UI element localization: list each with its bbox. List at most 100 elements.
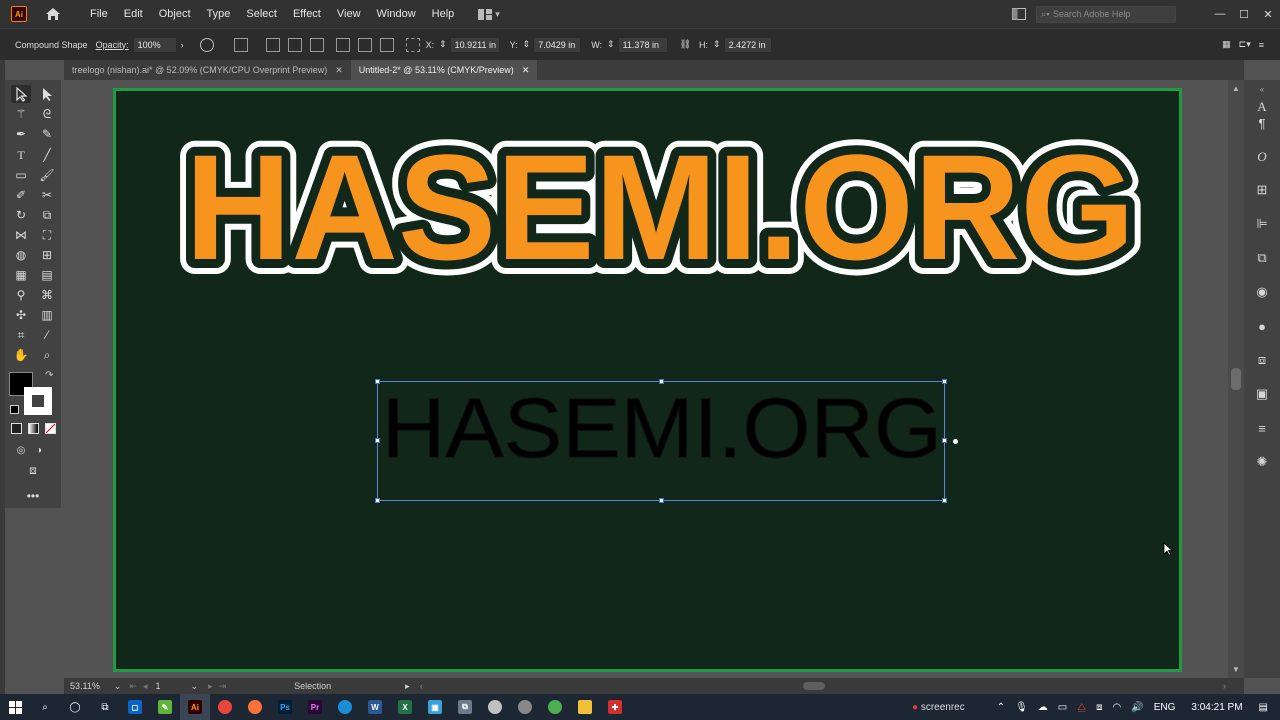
- scroll-down-icon[interactable]: ▼: [1232, 665, 1240, 674]
- shape-builder-icon[interactable]: ◍: [11, 246, 31, 264]
- zoom-dropdown-icon[interactable]: ⌄: [114, 681, 122, 692]
- file-explorer-icon[interactable]: [570, 694, 600, 720]
- rectangle-tool-icon[interactable]: ▭: [11, 166, 31, 184]
- tab-untitled-2[interactable]: Untitled-2* @ 53.11% (CMYK/Preview) ✕: [350, 60, 538, 80]
- w-stepper-icon[interactable]: ⇕: [607, 39, 615, 50]
- opacity-arrow-icon[interactable]: ›: [181, 40, 184, 50]
- layers-panel-icon[interactable]: ⧈: [1253, 351, 1271, 369]
- close-tab-icon[interactable]: ✕: [522, 65, 530, 76]
- menu-edit[interactable]: Edit: [116, 0, 151, 28]
- tab-treelogo[interactable]: treelogo (nishan).ai* @ 52.09% (CMYK/CPU…: [64, 60, 351, 80]
- reference-point-icon[interactable]: [405, 37, 420, 52]
- scissors-icon[interactable]: ✂: [37, 186, 57, 204]
- handle-middle-left[interactable]: [375, 438, 380, 443]
- draw-normal-icon[interactable]: ◎: [11, 441, 31, 459]
- battery-icon[interactable]: ▭: [1058, 702, 1067, 713]
- eyedropper-icon[interactable]: ⚲: [11, 286, 31, 304]
- language-indicator[interactable]: ENG: [1154, 702, 1176, 713]
- align-vcenter-icon[interactable]: [357, 37, 372, 52]
- onedrive-icon[interactable]: ☁: [1038, 702, 1048, 713]
- align-panel-icon[interactable]: ⊫: [1253, 215, 1271, 233]
- gradient-tool-icon[interactable]: ▤: [37, 266, 57, 284]
- opacity-label[interactable]: Opacity:: [96, 40, 129, 50]
- menu-object[interactable]: Object: [151, 0, 199, 28]
- menu-view[interactable]: View: [329, 0, 369, 28]
- rotate-tool-icon[interactable]: ↻: [11, 206, 31, 224]
- windows-start-icon[interactable]: [0, 694, 30, 720]
- screen-mode-icon[interactable]: ⧈: [23, 461, 43, 479]
- selection-tool-icon[interactable]: [11, 85, 31, 103]
- chrome-icon[interactable]: [210, 694, 240, 720]
- arrange-icon[interactable]: ▦: [1222, 39, 1231, 50]
- menu-effect[interactable]: Effect: [285, 0, 329, 28]
- transform-panel-icon[interactable]: ⊞: [1253, 181, 1271, 199]
- zoom-level[interactable]: 53.11%: [70, 681, 100, 691]
- browser-icon[interactable]: [510, 694, 540, 720]
- default-colors-icon[interactable]: [10, 405, 19, 414]
- artboard-tool-icon[interactable]: ⌗: [11, 326, 31, 344]
- handle-top-right[interactable]: [942, 379, 947, 384]
- y-field[interactable]: 7.0429 in: [533, 36, 582, 53]
- hand-tool-icon[interactable]: ✋: [11, 346, 31, 364]
- volume-icon[interactable]: 🔊: [1131, 702, 1143, 713]
- shaper-tool-icon[interactable]: ✐: [11, 186, 31, 204]
- none-mode-icon[interactable]: [45, 423, 56, 434]
- x-stepper-icon[interactable]: ⇕: [439, 39, 447, 50]
- align-hcenter-icon[interactable]: [287, 37, 302, 52]
- align-top-icon[interactable]: [335, 37, 350, 52]
- magic-wand-icon[interactable]: ⚚: [11, 105, 31, 123]
- panel-menu-icon[interactable]: ≡: [1259, 40, 1264, 50]
- menu-type[interactable]: Type: [199, 0, 239, 28]
- symbol-sprayer-icon[interactable]: ✣: [11, 306, 31, 324]
- paint-icon[interactable]: [480, 694, 510, 720]
- handle-bottom-right[interactable]: [942, 498, 947, 503]
- next-artboard-icon[interactable]: ▸: [208, 681, 213, 692]
- search-input[interactable]: ⌕▾ Search Adobe Help: [1036, 5, 1176, 23]
- firefox-icon[interactable]: [240, 694, 270, 720]
- vertical-scrollbar[interactable]: ▲ ▼: [1228, 80, 1244, 678]
- task-view-icon[interactable]: ⧉: [90, 694, 120, 720]
- paragraph-panel-icon[interactable]: ¶: [1253, 114, 1271, 132]
- stroke-swatch[interactable]: [24, 387, 52, 415]
- notepad-icon[interactable]: ✎: [150, 694, 180, 720]
- security-icon[interactable]: ⧈: [1096, 702, 1102, 713]
- close-tab-icon[interactable]: ✕: [335, 65, 343, 76]
- artboard-dropdown-icon[interactable]: ⌄: [191, 681, 199, 692]
- premiere-icon[interactable]: Pr: [300, 694, 330, 720]
- vertical-scroll-thumb[interactable]: [1231, 368, 1241, 390]
- artboard-number[interactable]: 1: [155, 681, 160, 691]
- wifi-icon[interactable]: ◠: [1113, 702, 1122, 713]
- canvas[interactable]: HASEMI.ORG HASEMI.ORG HASEMI.ORG HASEMI.…: [64, 80, 1244, 678]
- first-artboard-icon[interactable]: ⇤: [129, 681, 137, 692]
- slice-tool-icon[interactable]: ⁄: [37, 326, 57, 344]
- handle-middle-right[interactable]: [942, 438, 947, 443]
- pathfinder-panel-icon[interactable]: ⧉: [1253, 249, 1271, 267]
- align-right-icon[interactable]: [309, 37, 324, 52]
- home-icon[interactable]: [45, 7, 61, 21]
- transform-icon[interactable]: [233, 37, 248, 52]
- color-mode-icon[interactable]: [11, 423, 22, 434]
- selection-bounding-box[interactable]: [375, 379, 958, 503]
- workspace-switcher-icon[interactable]: ▾: [478, 7, 506, 21]
- collapse-panels-icon[interactable]: «: [1253, 80, 1271, 98]
- antivirus-icon[interactable]: ✚: [600, 694, 630, 720]
- edit-toolbar-icon[interactable]: •••: [23, 487, 43, 505]
- blend-tool-icon[interactable]: ⌘: [37, 286, 57, 304]
- gradient-panel-icon[interactable]: ▣: [1253, 385, 1271, 403]
- stroke-panel-icon[interactable]: ≡: [1253, 419, 1271, 437]
- word-icon[interactable]: W: [360, 694, 390, 720]
- handle-top-center[interactable]: [659, 379, 664, 384]
- status-menu-icon[interactable]: ▸: [405, 681, 410, 692]
- scroll-right-icon[interactable]: ›: [1223, 681, 1226, 691]
- prev-artboard-icon[interactable]: ◂: [143, 681, 148, 692]
- lasso-icon[interactable]: ᘓ: [37, 105, 57, 123]
- paintbrush-icon[interactable]: 🖌: [37, 166, 57, 184]
- h-field[interactable]: 2.4272 in: [723, 36, 772, 53]
- maximize-button[interactable]: ☐: [1232, 8, 1256, 21]
- adobe-cloud-icon[interactable]: ⧋: [1077, 702, 1086, 713]
- tray-chevron-icon[interactable]: ⌃: [997, 702, 1005, 713]
- column-graph-icon[interactable]: ▥: [37, 306, 57, 324]
- w-field[interactable]: 11.378 in: [617, 36, 668, 53]
- line-tool-icon[interactable]: ╱: [37, 146, 57, 164]
- zoom-tool-icon[interactable]: ⌕: [37, 346, 57, 364]
